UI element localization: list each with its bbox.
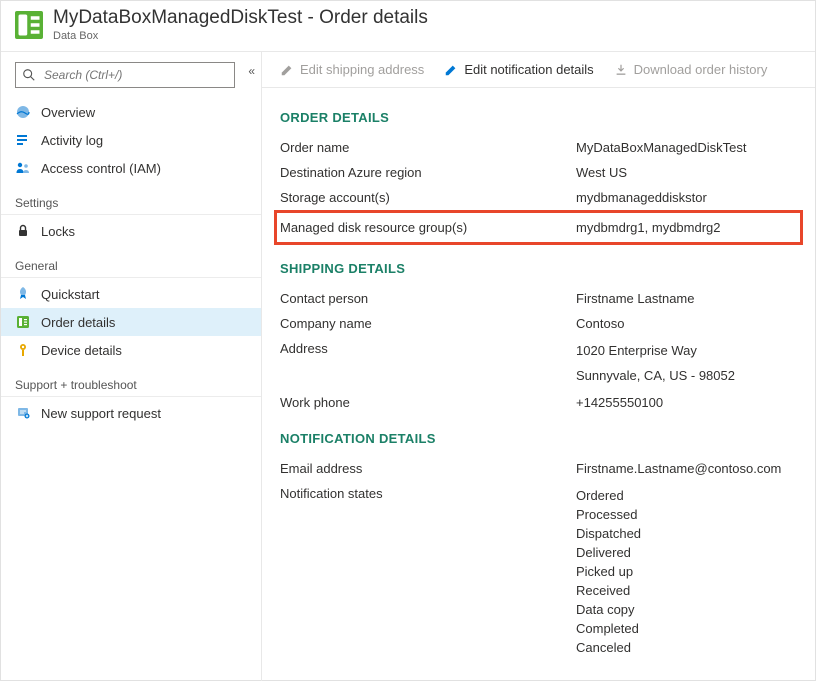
download-icon xyxy=(614,63,628,77)
notification-states-list: Ordered Processed Dispatched Delivered P… xyxy=(576,486,797,657)
detail-label: Company name xyxy=(280,316,576,331)
detail-value: Firstname Lastname xyxy=(576,291,797,306)
edit-shipping-button[interactable]: Edit shipping address xyxy=(280,62,424,77)
main-content: Edit shipping address Edit notification … xyxy=(262,52,815,681)
detail-label: Order name xyxy=(280,140,576,155)
device-details-icon xyxy=(15,342,31,358)
toolbar-label: Edit shipping address xyxy=(300,62,424,77)
section-title-notification-details: NOTIFICATION DETAILS xyxy=(280,431,797,446)
detail-row: Email address Firstname.Lastname@contoso… xyxy=(280,456,797,481)
databox-icon xyxy=(15,11,43,39)
activity-log-icon xyxy=(15,132,31,148)
sidebar-item-locks[interactable]: Locks xyxy=(1,217,261,245)
search-icon xyxy=(22,68,36,82)
detail-label: Storage account(s) xyxy=(280,190,576,205)
iam-icon xyxy=(15,160,31,176)
detail-row: Contact person Firstname Lastname xyxy=(280,286,797,311)
section-title-shipping-details: SHIPPING DETAILS xyxy=(280,261,797,276)
sidebar-item-overview[interactable]: Overview xyxy=(1,98,261,126)
detail-row: Storage account(s) mydbmanageddiskstor xyxy=(280,185,797,210)
sidebar-item-label: Order details xyxy=(41,315,115,330)
sidebar-item-label: Locks xyxy=(41,224,75,239)
sidebar-item-label: Access control (IAM) xyxy=(41,161,161,176)
section-title-order-details: ORDER DETAILS xyxy=(280,110,797,125)
detail-value: Firstname.Lastname@contoso.com xyxy=(576,461,797,476)
sidebar-group-general: General xyxy=(1,251,261,278)
detail-value: mydbmdrg1, mydbmdrg2 xyxy=(576,220,797,235)
overview-icon xyxy=(15,104,31,120)
sidebar-item-access-control[interactable]: Access control (IAM) xyxy=(1,154,261,182)
sidebar-item-activity-log[interactable]: Activity log xyxy=(1,126,261,154)
sidebar-group-support: Support + troubleshoot xyxy=(1,370,261,397)
detail-label: Contact person xyxy=(280,291,576,306)
collapse-sidebar-button[interactable]: « xyxy=(248,64,255,78)
page-title: MyDataBoxManagedDiskTest - Order details xyxy=(53,7,428,29)
edit-notification-button[interactable]: Edit notification details xyxy=(444,62,593,77)
detail-label: Managed disk resource group(s) xyxy=(280,220,576,235)
sidebar-item-label: Overview xyxy=(41,105,95,120)
toolbar-label: Edit notification details xyxy=(464,62,593,77)
detail-value: MyDataBoxManagedDiskTest xyxy=(576,140,797,155)
sidebar-item-device-details[interactable]: Device details xyxy=(1,336,261,364)
order-details-icon xyxy=(15,314,31,330)
sidebar-item-label: New support request xyxy=(41,406,161,421)
support-icon xyxy=(15,405,31,421)
pencil-icon xyxy=(444,63,458,77)
detail-label: Notification states xyxy=(280,486,576,657)
detail-row: Notification states Ordered Processed Di… xyxy=(280,481,797,662)
detail-label: Email address xyxy=(280,461,576,476)
detail-row: Order name MyDataBoxManagedDiskTest xyxy=(280,135,797,160)
download-history-button[interactable]: Download order history xyxy=(614,62,768,77)
sidebar-item-new-support-request[interactable]: New support request xyxy=(1,399,261,427)
detail-label: Work phone xyxy=(280,395,576,410)
detail-row: Managed disk resource group(s) mydbmdrg1… xyxy=(280,217,797,238)
detail-value: West US xyxy=(576,165,797,180)
sidebar: « Overview Activity log Access control (… xyxy=(1,52,262,681)
quickstart-icon xyxy=(15,286,31,302)
search-input[interactable] xyxy=(42,67,228,83)
detail-label: Destination Azure region xyxy=(280,165,576,180)
detail-row: Destination Azure region West US xyxy=(280,160,797,185)
detail-value: mydbmanageddiskstor xyxy=(576,190,797,205)
sidebar-item-label: Quickstart xyxy=(41,287,100,302)
highlighted-row: Managed disk resource group(s) mydbmdrg1… xyxy=(274,210,803,245)
sidebar-group-settings: Settings xyxy=(1,188,261,215)
detail-row: Company name Contoso xyxy=(280,311,797,336)
detail-label: Address xyxy=(280,341,576,385)
command-bar: Edit shipping address Edit notification … xyxy=(262,52,815,88)
detail-row: Address 1020 Enterprise Way Sunnyvale, C… xyxy=(280,336,797,390)
lock-icon xyxy=(15,223,31,239)
sidebar-item-order-details[interactable]: Order details xyxy=(1,308,261,336)
detail-value: +14255550100 xyxy=(576,395,797,410)
toolbar-label: Download order history xyxy=(634,62,768,77)
search-box[interactable] xyxy=(15,62,235,88)
page-subtitle: Data Box xyxy=(53,29,428,43)
sidebar-item-label: Activity log xyxy=(41,133,103,148)
sidebar-item-quickstart[interactable]: Quickstart xyxy=(1,280,261,308)
blade-header: MyDataBoxManagedDiskTest - Order details… xyxy=(1,1,815,52)
detail-value: 1020 Enterprise Way Sunnyvale, CA, US - … xyxy=(576,341,797,385)
sidebar-item-label: Device details xyxy=(41,343,122,358)
detail-value: Contoso xyxy=(576,316,797,331)
pencil-icon xyxy=(280,63,294,77)
detail-row: Work phone +14255550100 xyxy=(280,390,797,415)
